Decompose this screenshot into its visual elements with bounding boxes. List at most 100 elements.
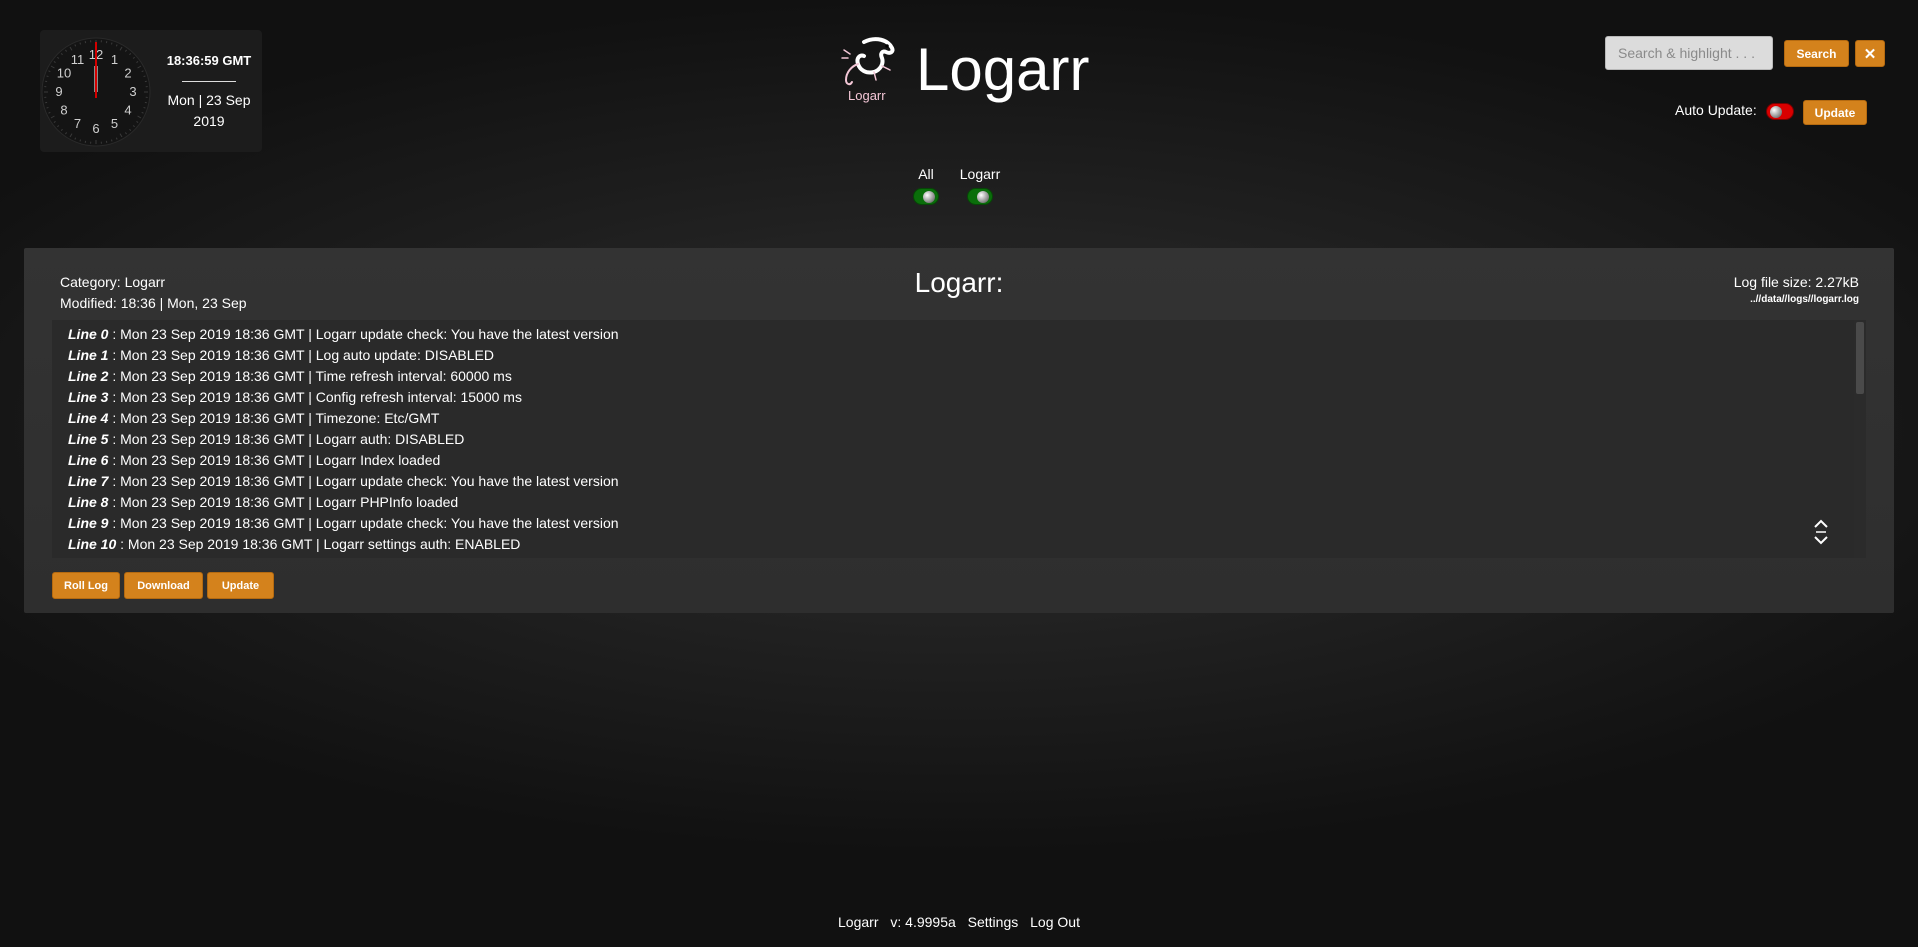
log-panel: Category: Logarr Modified: 18:36 | Mon, … [24,248,1894,613]
clock-divider [182,81,236,82]
chevron-up-down-icon [1814,519,1828,545]
filter-logarr: Logarr [955,166,1005,205]
scrollbar-thumb[interactable] [1856,322,1864,394]
log-line: Line 9 : Mon 23 Sep 2019 18:36 GMT | Log… [68,513,1866,534]
clock-tick [46,106,49,109]
clock-tick [110,42,113,45]
page-title: Logarr [916,36,1090,103]
clock-tick [79,139,82,142]
clock-text: 18:36:59 GMT Mon | 23 Sep 2019 [156,50,262,132]
log-line-text: : Mon 23 Sep 2019 18:36 GMT | Logarr aut… [108,431,465,447]
log-line-number: Line 2 [68,368,109,384]
log-scrollbar[interactable] [1854,320,1866,558]
log-line-number: Line 9 [68,515,109,531]
log-line-number: Line 7 [68,473,109,489]
clock-tick [143,75,146,78]
footer-logout-link[interactable]: Log Out [1030,914,1080,930]
filter-toggle-logarr[interactable] [967,188,993,205]
log-file-size: Log file size: 2.27kB [1733,274,1859,290]
auto-update-label: Auto Update: [1675,102,1757,118]
clock-numeral: 10 [57,66,71,81]
log-line: Line 8 : Mon 23 Sep 2019 18:36 GMT | Log… [68,492,1866,513]
clock-numeral: 4 [124,103,131,118]
clock-tick [79,42,82,45]
clock-numeral: 11 [71,52,85,67]
gecko-icon [841,37,895,86]
log-content[interactable]: Line 0 : Mon 23 Sep 2019 18:36 GMT | Log… [52,320,1866,558]
filter-all: All [910,166,942,205]
toggle-knob [977,191,989,203]
clock-numeral: 7 [74,116,81,131]
log-line-text: : Mon 23 Sep 2019 18:36 GMT | Logarr set… [116,536,521,552]
log-line-number: Line 8 [68,494,109,510]
clear-search-button[interactable]: ✕ [1855,40,1885,67]
log-line: Line 3 : Mon 23 Sep 2019 18:36 GMT | Con… [68,387,1866,408]
filter-label-all: All [918,166,934,182]
logarr-logo[interactable]: Logarr [832,36,900,108]
clock-numeral: 9 [55,84,62,99]
search-button[interactable]: Search [1784,40,1849,67]
log-line-text: : Mon 23 Sep 2019 18:36 GMT | Logarr Ind… [108,452,441,468]
log-line-text: : Mon 23 Sep 2019 18:36 GMT | Config ref… [108,389,522,405]
clock-tick [110,139,113,142]
log-line-number: Line 6 [68,452,109,468]
footer-version: v: 4.9995a [890,914,956,930]
clock-face: 121234567891011 [41,37,151,147]
toggle-knob [923,191,935,203]
log-update-button[interactable]: Update [207,572,274,599]
log-line-text: : Mon 23 Sep 2019 18:36 GMT | Timezone: … [108,410,440,426]
clock-tick [143,106,146,109]
log-line: Line 10 : Mon 23 Sep 2019 18:36 GMT | Lo… [68,534,1866,555]
log-line-number: Line 5 [68,431,109,447]
log-line-number: Line 4 [68,410,109,426]
clock-numeral: 1 [111,52,118,67]
clock-year: 2019 [193,113,225,129]
clock-numeral: 6 [92,121,99,136]
log-line-text: : Mon 23 Sep 2019 18:36 GMT | Logarr upd… [108,326,619,342]
log-line: Line 4 : Mon 23 Sep 2019 18:36 GMT | Tim… [68,408,1866,429]
footer-settings-link[interactable]: Settings [968,914,1019,930]
close-icon: ✕ [1863,45,1877,63]
log-line: Line 6 : Mon 23 Sep 2019 18:36 GMT | Log… [68,450,1866,471]
log-line-number: Line 1 [68,347,109,363]
log-title: Logarr: [914,267,1004,298]
log-file-info: Log file size: 2.27kB ..//data//logs//lo… [1734,272,1859,307]
log-line-number: Line 10 [68,536,117,552]
filter-toggle-all[interactable] [913,188,939,205]
download-button[interactable]: Download [124,572,203,599]
log-line: Line 5 : Mon 23 Sep 2019 18:36 GMT | Log… [68,429,1866,450]
log-line-text: : Mon 23 Sep 2019 18:36 GMT | Log auto u… [108,347,494,363]
log-line-number: Line 3 [68,389,109,405]
logo-label: Logarr [848,88,886,103]
clock-numeral: 2 [124,66,131,81]
filter-label-logarr: Logarr [959,166,1001,182]
log-line-text: : Mon 23 Sep 2019 18:36 GMT | Logarr upd… [108,515,619,531]
auto-update-toggle[interactable] [1766,103,1794,120]
clock-numeral: 8 [60,103,67,118]
roll-log-button[interactable]: Roll Log [52,572,120,599]
scroll-toggle-icon[interactable] [1812,516,1830,548]
clock-widget: 121234567891011 18:36:59 GMT Mon | 23 Se… [40,30,262,152]
footer-app-link[interactable]: Logarr [838,914,878,930]
footer: Logarr v: 4.9995a Settings Log Out [0,912,1918,932]
search-input[interactable] [1605,36,1773,70]
toggle-knob [1770,106,1782,118]
log-line-text: : Mon 23 Sep 2019 18:36 GMT | Time refre… [108,368,512,384]
log-lines: Line 0 : Mon 23 Sep 2019 18:36 GMT | Log… [52,320,1866,555]
clock-numeral: 3 [129,84,136,99]
clock-tick [46,75,49,78]
log-line-number: Line 0 [68,326,109,342]
update-button[interactable]: Update [1803,100,1867,125]
log-line-text: : Mon 23 Sep 2019 18:36 GMT | Logarr upd… [108,473,619,489]
log-file-path: ..//data//logs//logarr.log [1750,294,1859,305]
log-line: Line 2 : Mon 23 Sep 2019 18:36 GMT | Tim… [68,366,1866,387]
log-line: Line 0 : Mon 23 Sep 2019 18:36 GMT | Log… [68,324,1866,345]
clock-numeral: 5 [111,116,118,131]
log-line-text: : Mon 23 Sep 2019 18:36 GMT | Logarr PHP… [108,494,459,510]
clock-date: Mon | 23 Sep [167,92,251,108]
brand: Logarr Logarr [832,34,1092,110]
analog-clock: 121234567891011 [40,36,152,148]
log-line: Line 1 : Mon 23 Sep 2019 18:36 GMT | Log… [68,345,1866,366]
log-line: Line 7 : Mon 23 Sep 2019 18:36 GMT | Log… [68,471,1866,492]
clock-time: 18:36:59 GMT [166,53,252,68]
